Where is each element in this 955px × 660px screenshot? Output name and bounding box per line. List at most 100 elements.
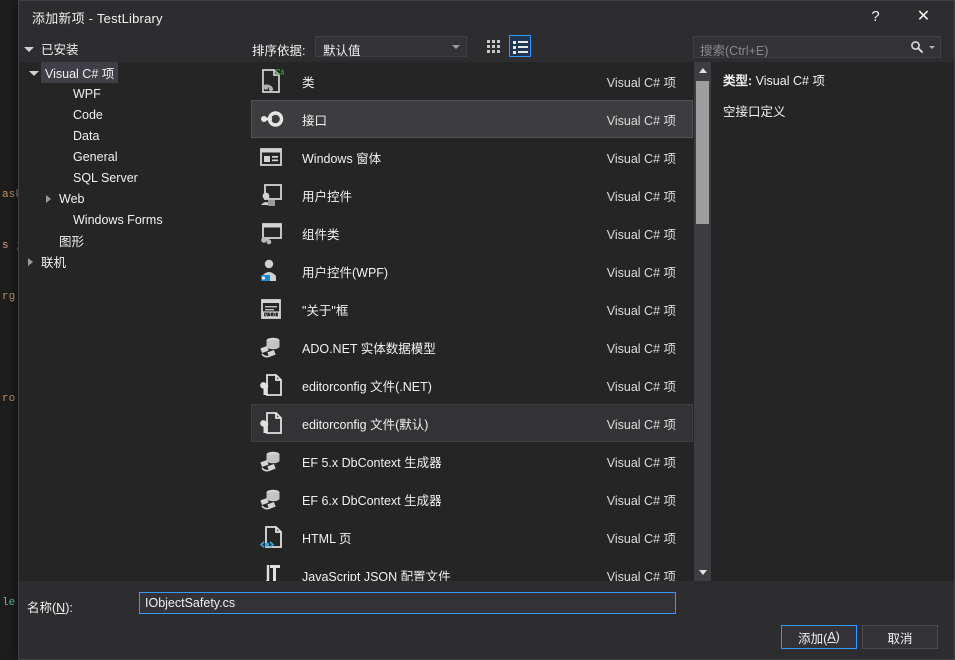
sortby-label: 排序依据: xyxy=(252,44,306,58)
chevron-down-icon[interactable] xyxy=(27,69,41,76)
template-item-label: HTML 页 xyxy=(302,531,352,546)
tree-item-label: WPF xyxy=(73,86,101,101)
template-list-item[interactable]: C# 类 Visual C# 项 xyxy=(251,62,693,100)
template-item-kind: Visual C# 项 xyxy=(606,75,676,90)
template-list-item[interactable]: EF 6.x DbContext 生成器 Visual C# 项 xyxy=(251,480,693,518)
templates-list: C#类Visual C# 项接口 Visual C# 项 Windows 窗体 Vis… xyxy=(251,62,693,581)
wpf-user-control-icon xyxy=(252,258,290,284)
template-list-item[interactable]: JavaScript JSON 配置文件 Visual C# 项 xyxy=(251,556,693,581)
template-list-item[interactable]: EF 5.x DbContext 生成器 Visual C# 项 xyxy=(251,442,693,480)
template-list-item[interactable]: 用户控件 Visual C# 项 xyxy=(251,176,693,214)
template-item-kind: Visual C# 项 xyxy=(606,113,676,128)
template-list-item[interactable]: ADO.NET 实体数据模型 Visual C# 项 xyxy=(251,328,693,366)
template-list-item[interactable]: v.1.0 "关于"框 Visual C# 项 xyxy=(251,290,693,328)
dbcontext-generator-icon xyxy=(252,486,290,512)
template-item-kind: Visual C# 项 xyxy=(606,265,676,280)
interface-icon xyxy=(252,106,290,132)
name-label-suffix: ): xyxy=(65,601,73,615)
add-button[interactable]: 添加(A) xyxy=(781,625,857,649)
grid-view-button[interactable] xyxy=(482,35,504,57)
about-box-icon: v.1.0 xyxy=(252,296,290,322)
name-input[interactable] xyxy=(139,592,676,614)
list-scrollbar[interactable] xyxy=(694,62,711,581)
tree-item-2[interactable]: Code xyxy=(19,104,251,125)
scroll-up-button[interactable] xyxy=(694,62,711,79)
template-list-item[interactable]: 接口 Visual C# 项 xyxy=(251,100,693,138)
tree-item-8[interactable]: 图形 xyxy=(19,230,251,251)
chevron-down-icon[interactable] xyxy=(929,46,935,49)
svg-text:C#: C# xyxy=(275,68,284,77)
template-item-kind: Visual C# 项 xyxy=(606,303,676,318)
template-item-label: 用户控件(WPF) xyxy=(302,265,389,280)
template-list-item[interactable]: HTML 页 Visual C# 项 xyxy=(251,518,693,556)
search-box[interactable]: 搜索(Ctrl+E) xyxy=(693,36,941,58)
tree-item-5[interactable]: SQL Server xyxy=(19,167,251,188)
installed-label: 已安装 xyxy=(41,43,79,57)
template-item-label: 用户控件 xyxy=(302,189,353,204)
editorconfig-icon xyxy=(252,410,290,436)
template-item-kind: Visual C# 项 xyxy=(606,189,676,204)
template-list-item[interactable]: editorconfig 文件(.NET) Visual C# 项 xyxy=(251,366,693,404)
template-item-label: 接口 xyxy=(302,113,328,128)
component-class-icon xyxy=(252,220,290,246)
svg-text:v.1.0: v.1.0 xyxy=(265,312,276,318)
chevron-down-icon xyxy=(452,45,460,49)
user-control-icon xyxy=(252,182,290,208)
scrollbar-thumb[interactable] xyxy=(696,81,709,224)
chevron-right-icon[interactable] xyxy=(41,194,55,203)
tree-item-9[interactable]: 联机 xyxy=(19,251,251,272)
templates-list-panel: C#类Visual C# 项接口 Visual C# 项 Windows 窗体 Vis… xyxy=(251,62,711,581)
tree-item-label: Web xyxy=(59,191,85,206)
template-item-kind: Visual C# 项 xyxy=(606,531,676,546)
installed-section-header[interactable]: 已安装 xyxy=(24,39,79,58)
chevron-down-icon xyxy=(698,570,707,575)
grid-view-icon xyxy=(486,39,500,53)
add-label-suffix: ) xyxy=(835,630,840,644)
template-list-item[interactable]: 组件类 Visual C# 项 xyxy=(251,214,693,252)
close-button[interactable]: ✕ xyxy=(901,1,946,31)
template-list-item[interactable]: 用户控件(WPF) Visual C# 项 xyxy=(251,252,693,290)
template-item-label: editorconfig 文件(.NET) xyxy=(302,379,432,394)
template-list-item[interactable]: Windows 窗体 Visual C# 项 xyxy=(251,138,693,176)
template-item-label: editorconfig 文件(默认) xyxy=(302,417,429,432)
dialog-title: 添加新项 - TestLibrary xyxy=(32,11,163,26)
template-item-label: ADO.NET 实体数据模型 xyxy=(302,341,436,356)
detail-type-row: 类型: Visual C# 项 xyxy=(723,70,942,89)
template-item-label: EF 5.x DbContext 生成器 xyxy=(302,455,442,470)
tree-item-6[interactable]: Web xyxy=(19,188,251,209)
cancel-button[interactable]: 取消 xyxy=(862,625,938,649)
tree-item-3[interactable]: Data xyxy=(19,125,251,146)
template-item-kind: Visual C# 项 xyxy=(606,569,676,582)
template-item-kind: Visual C# 项 xyxy=(606,379,676,394)
categories-tree: Visual C# 项 WPF Code Data General SQL Server W… xyxy=(19,62,251,581)
tree-item-label: 图形 xyxy=(59,235,85,249)
list-view-button[interactable] xyxy=(509,35,531,57)
html-page-icon xyxy=(252,524,290,550)
sortby-dropdown[interactable]: 默认值 xyxy=(315,36,467,58)
chevron-right-icon[interactable] xyxy=(23,257,37,266)
template-item-label: JavaScript JSON 配置文件 xyxy=(302,569,451,582)
search-icon xyxy=(910,40,924,59)
name-label-accesskey: N xyxy=(56,601,66,615)
tree-item-0[interactable]: Visual C# 项 xyxy=(19,62,251,83)
json-config-icon xyxy=(252,562,290,581)
tree-item-1[interactable]: WPF xyxy=(19,83,251,104)
template-item-kind: Visual C# 项 xyxy=(606,151,676,166)
template-item-label: Windows 窗体 xyxy=(302,151,382,166)
search-input[interactable]: 搜索(Ctrl+E) xyxy=(700,40,768,59)
dialog-titlebar: 添加新项 - TestLibrary ? ✕ xyxy=(19,1,954,33)
tree-item-label: Windows Forms xyxy=(73,212,163,227)
ado-entity-model-icon xyxy=(252,334,290,360)
scroll-down-button[interactable] xyxy=(694,564,711,581)
tree-item-4[interactable]: General xyxy=(19,146,251,167)
help-button[interactable]: ? xyxy=(853,1,898,31)
add-label-prefix: 添加( xyxy=(798,631,828,646)
template-item-kind: Visual C# 项 xyxy=(606,341,676,356)
dialog-footer: 名称(N): 添加(A) 取消 xyxy=(19,581,954,659)
template-list-item[interactable]: editorconfig 文件(默认) Visual C# 项 xyxy=(251,404,693,442)
tree-item-7[interactable]: Windows Forms xyxy=(19,209,251,230)
add-new-item-dialog: 添加新项 - TestLibrary ? ✕ 已安装 排序依据: 默认值 搜索(… xyxy=(18,0,955,660)
sortby-value: 默认值 xyxy=(323,44,361,58)
template-item-kind: Visual C# 项 xyxy=(606,227,676,242)
chevron-up-icon xyxy=(698,68,707,73)
